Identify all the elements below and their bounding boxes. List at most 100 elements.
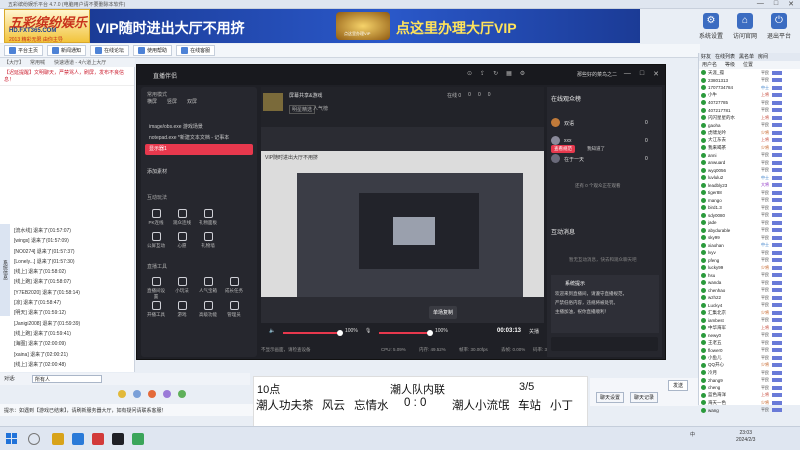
user-row[interactable]: 天涯_孤 平民 xyxy=(699,69,800,77)
tab-online[interactable]: 在线列表 xyxy=(715,53,735,61)
user-row[interactable]: 我来喝茶 少将 xyxy=(699,144,800,152)
game-app-icon[interactable] xyxy=(92,433,104,445)
room-popularity[interactable]: 人气榜 xyxy=(313,105,328,112)
user-row[interactable]: sdy0080 平民 xyxy=(699,212,800,220)
gift-icon[interactable] xyxy=(148,390,156,398)
obs-minimize-button[interactable]: — xyxy=(624,70,631,78)
visit-site-button[interactable]: ⌂ 访问官网 xyxy=(732,13,758,40)
enter-vip-banner[interactable]: 点这里办理大厅VIP xyxy=(390,9,640,43)
user-row[interactable]: 王老五 平民 xyxy=(699,339,800,347)
mic-icon[interactable]: 🎙 xyxy=(365,328,371,334)
user-row[interactable]: zhang9 平民 xyxy=(699,377,800,385)
search-icon[interactable] xyxy=(28,433,40,445)
add-material-button[interactable]: 添加素材 xyxy=(147,168,167,175)
gift-wall-button[interactable]: 礼物墙 xyxy=(197,232,219,249)
screen-capture-preview[interactable]: VIP随时进出大厅不用挤 xyxy=(261,151,544,297)
user-row[interactable]: QQ开心 少将 xyxy=(699,362,800,370)
send-button[interactable]: 发送 xyxy=(668,380,689,391)
user-row[interactable]: wyq0056 平民 xyxy=(699,167,800,175)
advanced-button[interactable]: 高级功能 xyxy=(197,301,219,318)
user-row[interactable]: 小牛 上将 xyxy=(699,92,800,100)
admin-button[interactable]: 管理员 xyxy=(223,301,245,318)
settings-icon[interactable]: ⚙ xyxy=(520,70,525,77)
user-row[interactable]: flower0 平民 xyxy=(699,347,800,355)
wish-button[interactable]: 心愿 xyxy=(171,232,193,249)
popularity-box-button[interactable]: 人气宝箱 xyxy=(197,277,219,294)
scene-tab-landscape[interactable]: 横屏 xyxy=(147,98,157,105)
col-rank[interactable]: 等级 xyxy=(725,61,735,69)
emoji-icon[interactable] xyxy=(118,390,126,398)
share-icon[interactable]: ⇪ xyxy=(480,70,485,77)
user-row[interactable]: xiaohan 中士 xyxy=(699,242,800,250)
user-row[interactable]: hsu 平民 xyxy=(699,272,800,280)
acknowledge-button[interactable]: 我知道了 xyxy=(587,146,605,152)
user-row[interactable]: wzh22 平民 xyxy=(699,294,800,302)
refresh-icon[interactable]: ↻ xyxy=(493,70,498,77)
obs-user-name[interactable]: 那些好的菜鸟之二 xyxy=(577,71,617,78)
game-button[interactable]: 游戏 xyxy=(171,301,193,318)
user-row[interactable]: pfeng 平民 xyxy=(699,257,800,265)
user-row[interactable]: 虎啸龙吟 少将 xyxy=(699,129,800,137)
col-username[interactable]: 用户名 xyxy=(702,61,717,69)
maximize-button[interactable]: □ xyxy=(774,0,778,8)
comment-input[interactable] xyxy=(551,337,658,351)
room-settings-button[interactable]: 直播间设置 xyxy=(145,277,167,300)
scene-item[interactable]: image/obs.exe 游戏场景 xyxy=(145,122,253,133)
chat-app-icon[interactable] xyxy=(132,433,144,445)
toolbar-news[interactable]: 新闻通知 xyxy=(47,45,87,56)
chat-record-button[interactable]: 聊天记录 xyxy=(630,392,659,403)
user-row[interactable]: 蓝色海洋 上将 xyxy=(699,392,800,400)
col-location[interactable]: 位置 xyxy=(743,61,753,69)
brand-logo[interactable]: 五彩缤纷娱乐 HD.FXT365.COM 2013 精彩无限 由你主导 xyxy=(4,9,90,43)
tab-blacklist[interactable]: 黑名单 xyxy=(739,53,754,61)
user-row[interactable]: 中华海军 上将 xyxy=(699,324,800,332)
chat-interact-button[interactable]: 公屏互动 xyxy=(145,232,167,249)
user-row[interactable]: jade 平民 xyxy=(699,219,800,227)
mini-game-button[interactable]: 小玩法 xyxy=(171,277,193,294)
tab-lobby[interactable]: 【大厅】 xyxy=(4,59,24,66)
user-row[interactable]: bird1.3 平民 xyxy=(699,204,800,212)
obs-close-button[interactable]: ✕ xyxy=(653,70,659,78)
user-row[interactable]: 407217781 平民 xyxy=(699,107,800,115)
stop-broadcast-button[interactable]: 关播 xyxy=(529,328,539,335)
user-row[interactable]: 闪闪星星的水 上将 xyxy=(699,114,800,122)
mic-volume-slider[interactable] xyxy=(379,330,433,336)
record-icon[interactable]: ⊙ xyxy=(467,70,472,77)
close-button[interactable]: ✕ xyxy=(788,0,794,8)
user-row[interactable]: mango 平民 xyxy=(699,197,800,205)
exit-button[interactable]: ⏻ 退出平台 xyxy=(766,13,792,40)
tab-friends[interactable]: 好友 xyxy=(701,53,711,61)
user-row[interactable]: wanda 平民 xyxy=(699,279,800,287)
scene-item-active[interactable]: 显示器1 xyxy=(145,144,253,155)
user-row[interactable]: 冷月 平民 xyxy=(699,369,800,377)
user-row[interactable]: leadbly23 大将 xyxy=(699,182,800,190)
file-explorer-icon[interactable] xyxy=(52,433,64,445)
user-row[interactable]: iambest 平民 xyxy=(699,317,800,325)
see-more-link[interactable]: 还有 0 个观众正在观看 xyxy=(575,183,621,189)
user-row[interactable]: wang 平民 xyxy=(699,407,800,415)
user-row[interactable]: 汇集北京 少将 xyxy=(699,309,800,317)
user-row[interactable]: anni 平民 xyxy=(699,152,800,160)
user-row[interactable]: Lucky4 平民 xyxy=(699,302,800,310)
vip-ad-banner[interactable]: VIP随时进出大厅不用挤 点这里办理VIP xyxy=(90,9,390,43)
tab-quick[interactable]: 快速通道 - 4六道上大厅 xyxy=(54,59,106,66)
user-row[interactable]: 大江东去 上将 xyxy=(699,137,800,145)
user-row[interactable]: anwuard 平民 xyxy=(699,159,800,167)
user-row[interactable]: 40727785 平民 xyxy=(699,99,800,107)
chat-settings-button[interactable]: 聊天设置 xyxy=(596,392,625,403)
view-rules-button[interactable]: 查看规范 xyxy=(551,145,575,153)
toolbar-service[interactable]: 在线客服 xyxy=(176,45,216,56)
user-row[interactable]: sky99 平民 xyxy=(699,234,800,242)
user-row[interactable]: abydurable 平民 xyxy=(699,227,800,235)
user-row[interactable]: cheng 平民 xyxy=(699,384,800,392)
image-icon[interactable] xyxy=(178,390,186,398)
growth-task-button[interactable]: 成长任务 xyxy=(223,277,245,294)
toolbar-help[interactable]: 使用帮助 xyxy=(133,45,173,56)
user-row[interactable]: newy0 平民 xyxy=(699,332,800,340)
speaker-volume-slider[interactable] xyxy=(283,330,343,336)
minimize-button[interactable]: — xyxy=(757,0,764,8)
browser-icon[interactable] xyxy=(72,433,84,445)
grid-icon[interactable]: ▦ xyxy=(506,70,512,77)
user-row[interactable]: luvlulu2 中士 xyxy=(699,174,800,182)
system-settings-button[interactable]: ⚙ 系统设置 xyxy=(698,13,724,40)
